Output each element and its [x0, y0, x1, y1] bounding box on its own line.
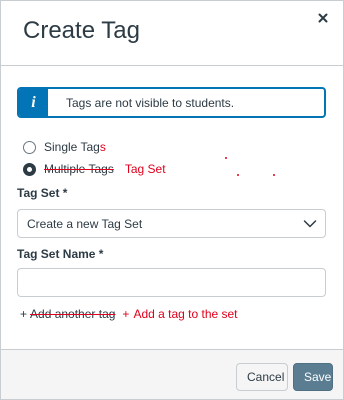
- annotation-single-tag-suffix: s: [99, 140, 106, 154]
- tag-set-label: Tag Set *: [17, 186, 68, 200]
- tag-set-selected-value: Create a new Tag Set: [27, 216, 143, 231]
- tag-set-name-label: Tag Set Name *: [17, 247, 104, 261]
- add-another-tag-label: Add another tag: [30, 307, 116, 321]
- radio-multiple-tags[interactable]: Multiple Tags Tag Set: [23, 160, 166, 178]
- radio-button-multiple-tags[interactable]: [23, 162, 36, 176]
- cancel-button[interactable]: Cancel: [236, 363, 288, 391]
- tag-set-name-input[interactable]: [17, 268, 326, 297]
- dialog-title: Create Tag: [23, 17, 140, 44]
- plus-icon: +: [20, 307, 28, 321]
- close-icon: [318, 13, 328, 23]
- tag-set-select[interactable]: Create a new Tag Set: [17, 209, 326, 238]
- info-icon-container: i: [19, 89, 48, 116]
- dialog-header: Create Tag: [1, 1, 343, 66]
- annotation-plus: +: [122, 307, 130, 321]
- annotation-mark: [273, 174, 275, 176]
- annotation-mark: [225, 157, 227, 159]
- chevron-down-icon: [303, 220, 317, 228]
- dialog-footer: Cancel Save: [1, 349, 343, 399]
- close-button[interactable]: [313, 8, 333, 28]
- info-message: Tags are not visible to students.: [66, 95, 235, 110]
- radio-label-single-tag: Single Tags: [44, 140, 106, 154]
- info-alert: i Tags are not visible to students.: [17, 87, 326, 118]
- radio-label-multiple-tags: Multiple Tags: [44, 162, 114, 176]
- radio-single-tag[interactable]: Single Tags: [23, 138, 106, 156]
- info-icon: i: [31, 93, 36, 111]
- annotation-add-tag-to-set: Add a tag to the set: [133, 307, 238, 321]
- add-another-tag-link[interactable]: + Add another tag + Add a tag to the set: [20, 307, 238, 321]
- annotation-mark: [237, 174, 239, 176]
- annotation-tag-set: Tag Set: [124, 162, 166, 176]
- create-tag-dialog: Create Tag i Tags are not visible to stu…: [0, 0, 344, 400]
- radio-button-single-tag[interactable]: [23, 140, 36, 154]
- save-button[interactable]: Save: [293, 363, 333, 391]
